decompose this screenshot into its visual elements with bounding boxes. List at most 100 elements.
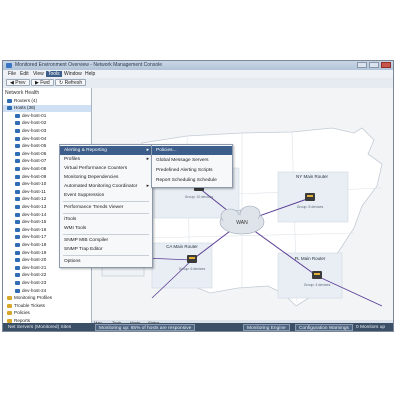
submenu-arrow-icon: ▸ <box>146 184 149 189</box>
computer-icon <box>15 220 20 225</box>
menu-tools[interactable]: Tools <box>46 71 62 77</box>
tools-menu-item-label: iTools <box>64 217 77 222</box>
computer-icon <box>15 280 20 285</box>
submenu-item[interactable]: Predefined Alerting Scripts <box>152 166 232 175</box>
tree-item[interactable]: dev-host-02 <box>3 120 91 127</box>
submenu-item[interactable]: Policies... <box>152 146 232 155</box>
computer-icon <box>15 227 20 232</box>
computer-icon <box>15 250 20 255</box>
router-status-light <box>314 273 320 275</box>
tools-menu-item[interactable]: Options <box>60 257 152 266</box>
tools-menu-item[interactable]: SNMP Trap Editor <box>60 245 152 254</box>
status-warnings[interactable]: Configuration Warnings <box>295 324 353 331</box>
computer-icon <box>15 113 20 118</box>
tree-item[interactable]: dev-host-22 <box>3 272 91 279</box>
status-engine[interactable]: Monitoring Engine <box>243 324 290 331</box>
folder-icon <box>7 303 12 308</box>
tools-menu-item[interactable]: Event Suppression <box>60 191 152 200</box>
tools-menu-item[interactable]: Monitoring Dependencies <box>60 173 152 182</box>
title-bar[interactable]: Monitored Environment Overview - Network… <box>3 61 393 70</box>
tree-item[interactable]: dev-host-04 <box>3 135 91 142</box>
menu-help[interactable]: Help <box>83 71 97 77</box>
tools-menu-item[interactable]: Profiles ▸ <box>60 155 152 164</box>
tools-menu-item-label: Options <box>64 259 81 264</box>
tools-menu-item-label: SNMP MIB Compiler <box>64 238 109 243</box>
tree-item-label: dev-host-08 <box>22 165 47 171</box>
tools-menu-item[interactable]: iTools <box>60 215 152 224</box>
window-controls <box>357 62 391 68</box>
tree-item-label: dev-host-12 <box>22 196 47 202</box>
back-button[interactable]: ◀ Prev <box>6 79 30 86</box>
tools-menu-item-label: Automated Monitoring Coordinator <box>64 184 138 189</box>
tree-item-label: dev-host-04 <box>22 135 47 141</box>
tools-menu-item[interactable]: Alerting & Reporting ▸ <box>60 146 152 155</box>
app-icon <box>6 63 12 68</box>
computer-icon <box>7 98 12 103</box>
tree-item[interactable]: Policies <box>3 310 91 317</box>
folder-icon <box>7 311 12 316</box>
tools-menu-item[interactable]: SNMP MIB Compiler <box>60 236 152 245</box>
tree-item[interactable]: Routers (4) <box>3 97 91 104</box>
maximize-button[interactable] <box>369 62 379 68</box>
tree-item-label: dev-host-05 <box>22 143 47 149</box>
tools-menu-item-label: Monitoring Dependencies <box>64 175 119 180</box>
tree-item-label: Monitoring Profiles <box>14 295 53 301</box>
tree-item-label: Hosts (36) <box>14 105 36 111</box>
tools-menu-item[interactable]: Automated Monitoring Coordinator ▸ <box>60 182 152 191</box>
tree-item[interactable]: dev-host-23 <box>3 279 91 286</box>
tree-item[interactable]: dev-host-24 <box>3 287 91 294</box>
menu-window[interactable]: Window <box>62 71 84 77</box>
menu-separator <box>63 213 149 214</box>
tree-item[interactable]: Trouble Tickets <box>3 302 91 309</box>
computer-icon <box>15 204 20 209</box>
tree-item[interactable]: dev-host-03 <box>3 127 91 134</box>
tools-menu-item[interactable]: Virtual Performance Counters <box>60 164 152 173</box>
refresh-button[interactable]: ↻ Refresh <box>55 79 87 86</box>
menu-edit[interactable]: Edit <box>18 71 31 77</box>
tools-menu-item[interactable]: WMI Tools <box>60 224 152 233</box>
tree-item-label: dev-host-10 <box>22 181 47 187</box>
router-status-light <box>189 257 195 259</box>
tree-item-label: dev-host-23 <box>22 279 47 285</box>
menu-view[interactable]: View <box>31 71 46 77</box>
tools-menu-item-label: Alerting & Reporting <box>64 148 107 153</box>
menu-file[interactable]: File <box>6 71 18 77</box>
forward-button-label: Fwd <box>40 80 50 86</box>
tree-item[interactable]: dev-host-01 <box>3 112 91 119</box>
group-box-ca <box>151 242 213 289</box>
tree-item-label: dev-host-09 <box>22 173 47 179</box>
refresh-icon: ↻ <box>59 80 64 86</box>
tree-item[interactable]: Hosts (36) <box>3 104 91 112</box>
status-bar: Net Servers (Monitored) Sites Monitoring… <box>3 323 393 331</box>
computer-icon <box>15 189 20 194</box>
tree-item[interactable]: Monitoring Profiles <box>3 295 91 302</box>
close-button[interactable] <box>381 62 391 68</box>
tree-item-label: Policies <box>14 310 30 316</box>
tools-menu-item-label: Profiles <box>64 157 80 162</box>
submenu-item[interactable]: Global Message Servers <box>152 156 232 165</box>
tree-item-label: dev-host-22 <box>22 272 47 278</box>
sidebar-header: Network Health <box>5 90 40 96</box>
minimize-button[interactable] <box>357 62 367 68</box>
menu-separator <box>63 201 149 202</box>
tree-item-label: dev-host-21 <box>22 264 47 270</box>
menu-separator <box>63 255 149 256</box>
tree-item-label: dev-host-20 <box>22 257 47 263</box>
computer-icon <box>15 182 20 187</box>
computer-icon <box>15 136 20 141</box>
status-monitoring: Monitoring up: 85% of hosts are responsi… <box>95 324 196 331</box>
computer-icon <box>15 212 20 217</box>
submenu-item-label: Predefined Alerting Scripts <box>156 168 213 173</box>
forward-button[interactable]: ▶ Fwd <box>31 79 54 86</box>
router-caption: Group: 6 devices <box>179 267 206 271</box>
back-arrow-icon: ◀ <box>10 80 14 86</box>
tools-menu: Alerting & Reporting ▸ Profiles ▸ Virtual Pe… <box>59 144 153 268</box>
computer-icon <box>15 151 20 156</box>
router-caption: Group: 8 devices <box>297 205 324 209</box>
tools-menu-item-label: Event Suppression <box>64 193 105 198</box>
submenu-item[interactable]: Report Scheduling Schedule <box>152 176 232 185</box>
tree-item-label: dev-host-11 <box>22 188 46 194</box>
tree-item-label: dev-host-03 <box>22 127 47 133</box>
tools-menu-item[interactable]: Performance Trends Viewer <box>60 203 152 212</box>
router-label: NY Main Router <box>296 174 328 179</box>
